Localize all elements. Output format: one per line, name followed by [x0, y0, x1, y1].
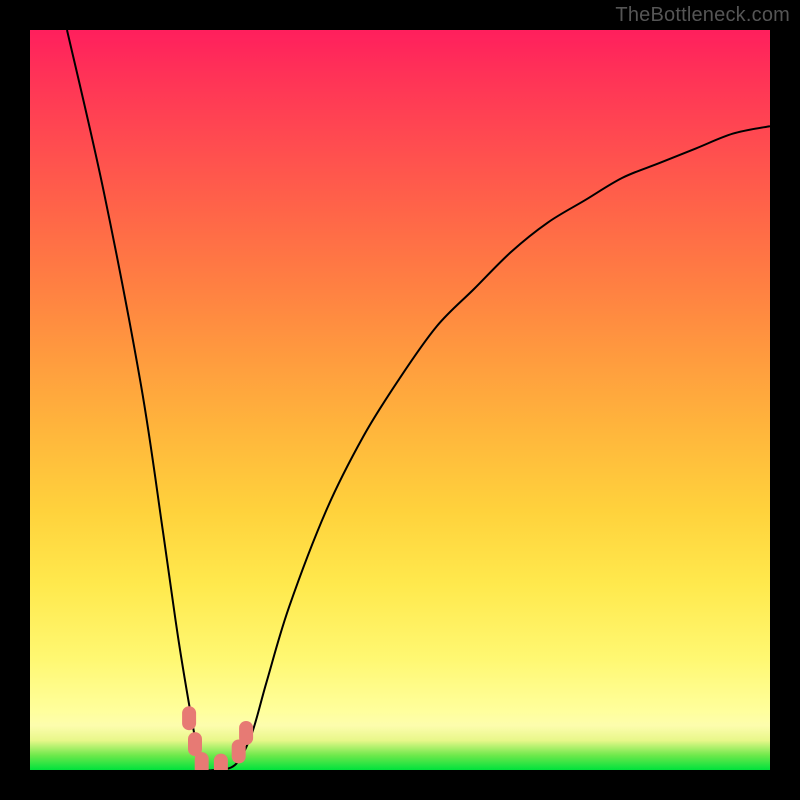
bottleneck-curve: [30, 30, 770, 770]
chart-frame: TheBottleneck.com: [0, 0, 800, 800]
curve-markers: [182, 706, 253, 770]
curve-marker: [214, 754, 228, 770]
plot-area: [30, 30, 770, 770]
curve-marker: [182, 706, 196, 730]
curve-marker: [239, 721, 253, 745]
curve-marker: [195, 752, 209, 770]
attribution-label: TheBottleneck.com: [615, 4, 790, 27]
curve-line: [67, 30, 770, 770]
